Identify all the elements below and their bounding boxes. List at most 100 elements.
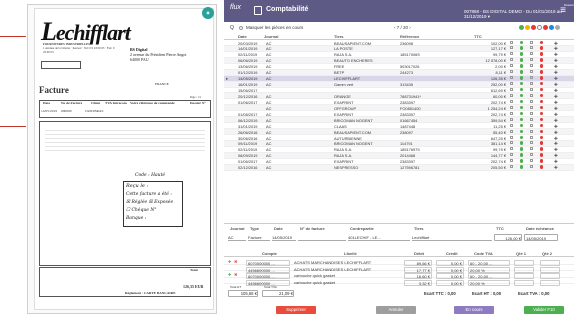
ttc-field[interactable]: 126,00 €	[494, 234, 522, 241]
col-reference[interactable]: Référence	[400, 34, 419, 39]
status-ok-icon	[520, 88, 524, 92]
row-checkbox[interactable]	[510, 93, 513, 97]
stamp-bank: Banque :	[126, 216, 147, 221]
row-journal: AC	[266, 159, 272, 165]
row-checkbox[interactable]	[510, 70, 513, 74]
invoice-number-field[interactable]	[298, 234, 346, 241]
add-line-icon[interactable]: ✚	[228, 259, 231, 264]
col-invoice-no: No de Facture	[61, 101, 83, 105]
row-checkbox[interactable]	[510, 82, 513, 86]
row-flag-checkbox[interactable]	[530, 141, 533, 145]
validate-button[interactable]: Valider F10	[524, 306, 564, 314]
table-row[interactable]: 02/12/2016 AC NESPRESSO 127596781 205,50 € ✚	[224, 164, 574, 171]
row-flag-checkbox[interactable]	[530, 135, 533, 139]
row-checkbox[interactable]	[510, 40, 513, 44]
row-checkbox[interactable]	[510, 88, 513, 91]
cancel-button[interactable]: Annuler	[376, 306, 416, 314]
row-checkbox[interactable]	[510, 52, 513, 56]
row-flag-checkbox[interactable]	[530, 46, 533, 50]
ecart-tva: Ecart TVA : 0,00	[518, 291, 550, 296]
row-flag-checkbox[interactable]	[530, 165, 533, 169]
row-date: 09/11/2019	[238, 141, 258, 147]
row-flag-checkbox[interactable]	[530, 105, 533, 109]
document-viewer[interactable]: Lechifflart FOURNITURES INDUSTRIELLES 1 …	[27, 4, 217, 314]
tiers-field[interactable]: Lechifflart	[412, 234, 492, 241]
stamp-line: Cette facture a été :	[126, 192, 172, 197]
add-icon[interactable]: ✚	[554, 165, 558, 171]
col-ttc[interactable]: TTC	[474, 34, 482, 39]
invoice-title: Facture	[39, 85, 69, 95]
label-due-date: Date échéance	[526, 226, 555, 231]
row-checkbox[interactable]	[510, 141, 513, 145]
row-checkbox[interactable]	[510, 99, 513, 103]
in-progress-button[interactable]: En cours	[454, 306, 494, 314]
row-checkbox[interactable]	[510, 117, 513, 121]
row-flag-checkbox[interactable]	[530, 70, 533, 74]
due-date-field[interactable]: 14/05/2019	[524, 234, 558, 241]
add-line-icon[interactable]: ✚	[228, 272, 231, 277]
help-icon[interactable]	[549, 25, 554, 31]
row-ttc: 144,77 €	[490, 153, 506, 159]
row-journal: AC	[266, 46, 272, 52]
row-flag-checkbox[interactable]	[530, 99, 533, 103]
filter-red-icon[interactable]	[531, 25, 536, 31]
row-checkbox[interactable]	[510, 147, 513, 151]
row-checkbox[interactable]	[510, 129, 513, 133]
row-flag-checkbox[interactable]	[530, 93, 533, 97]
total-ht-field[interactable]: 105,66 €	[228, 290, 258, 297]
row-flag-checkbox[interactable]	[530, 147, 533, 151]
row-checkbox[interactable]	[510, 111, 513, 115]
row-journal: AC	[266, 76, 272, 82]
row-flag-checkbox[interactable]	[530, 159, 533, 163]
row-flag-checkbox[interactable]	[530, 58, 533, 62]
row-flag-checkbox[interactable]	[530, 153, 533, 157]
menu-icon[interactable]: ≡	[560, 5, 566, 16]
col-date[interactable]: Date	[238, 34, 247, 39]
filter-flag-icon[interactable]	[543, 25, 548, 31]
row-flag-checkbox[interactable]	[530, 111, 533, 115]
row-flag-checkbox[interactable]	[530, 88, 533, 91]
row-checkbox[interactable]	[510, 159, 513, 163]
journal-select[interactable]: AC	[228, 234, 246, 241]
row-flag-checkbox[interactable]	[530, 76, 533, 80]
delete-line-icon[interactable]: ✖	[234, 272, 237, 277]
copy-icon[interactable]	[555, 25, 560, 31]
mask-radio[interactable]	[239, 26, 243, 30]
context-selector[interactable]: Dossier 007868 - BS DIGITAL DEMO - Du 01/…	[464, 3, 574, 20]
row-flag-checkbox[interactable]	[530, 40, 533, 44]
date-field[interactable]: 14/05/2019	[272, 234, 296, 241]
entry-label[interactable]: cartouche quick gasket	[294, 280, 335, 285]
entry-row[interactable]: 4456600000 ... cartouche quick gasket 3,32…	[224, 278, 574, 286]
row-checkbox[interactable]	[510, 58, 513, 62]
filter-green-icon[interactable]	[519, 25, 524, 31]
row-checkbox[interactable]	[510, 76, 513, 80]
status-ok-icon	[520, 165, 524, 169]
status-alert-icon	[540, 76, 544, 80]
delete-button[interactable]: Supprimer	[276, 306, 316, 314]
row-checkbox[interactable]	[510, 135, 513, 139]
row-flag-checkbox[interactable]	[530, 64, 533, 68]
col-tiers[interactable]: Tiers	[334, 34, 344, 39]
type-select[interactable]: Facture	[248, 234, 270, 241]
row-checkbox[interactable]	[510, 153, 513, 157]
total-tva-field[interactable]: 21,09 €	[262, 290, 294, 297]
row-checkbox[interactable]	[510, 105, 513, 109]
filter-yellow-icon[interactable]	[525, 25, 530, 31]
filter-clear-icon[interactable]	[537, 25, 542, 31]
row-flag-checkbox[interactable]	[530, 82, 533, 86]
row-flag-checkbox[interactable]	[530, 117, 533, 121]
document-badge-icon[interactable]: ◉	[202, 7, 214, 19]
delete-line-icon[interactable]: ✖	[234, 259, 237, 264]
row-flag-checkbox[interactable]	[530, 129, 533, 133]
row-checkbox[interactable]	[510, 46, 513, 50]
row-checkbox[interactable]	[510, 123, 513, 127]
row-checkbox[interactable]	[510, 64, 513, 68]
row-flag-checkbox[interactable]	[530, 123, 533, 127]
contrepartie-select[interactable]: 401LECHIF - LE...	[348, 234, 410, 241]
row-flag-checkbox[interactable]	[530, 52, 533, 56]
row-reference: 2014468	[400, 153, 416, 159]
row-checkbox[interactable]	[510, 165, 513, 169]
col-journal[interactable]: Journal	[264, 34, 278, 39]
pager[interactable]: ‹ 7 / 20 ›	[394, 25, 411, 30]
search-icon[interactable]: Q	[230, 25, 234, 31]
